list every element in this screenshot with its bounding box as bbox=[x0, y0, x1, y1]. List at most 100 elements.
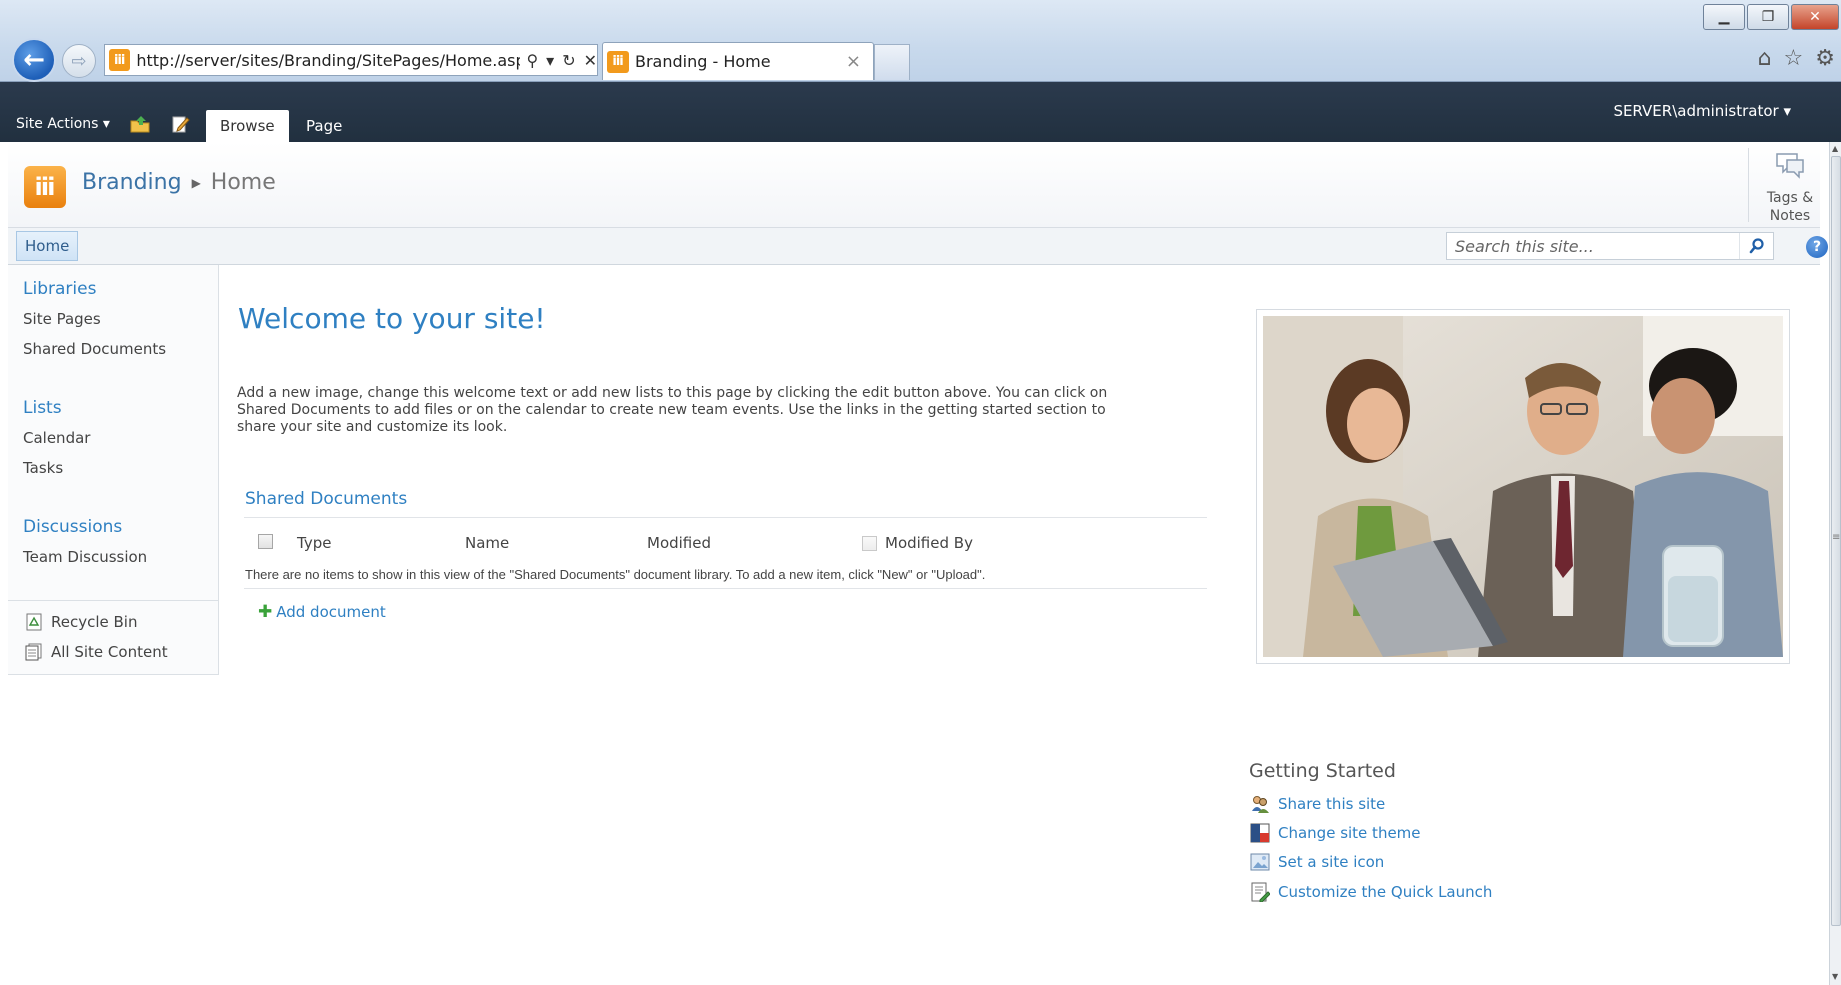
ql-lists-heading[interactable]: Lists bbox=[23, 398, 62, 418]
ql-recycle-bin[interactable]: Recycle Bin bbox=[25, 613, 137, 631]
site-logo-icon[interactable]: ⅲ bbox=[24, 166, 66, 208]
customize-quick-launch-icon bbox=[1251, 882, 1270, 902]
search-icon bbox=[1749, 238, 1764, 254]
welcome-text-line3: share your site and customize its look. bbox=[237, 419, 508, 435]
column-header-type[interactable]: Type bbox=[297, 534, 331, 552]
restore-icon[interactable]: ❐ bbox=[1747, 4, 1789, 30]
refresh-icon[interactable]: ↻ bbox=[562, 51, 575, 70]
ql-libraries-heading[interactable]: Libraries bbox=[23, 279, 96, 299]
window-controls: ▁ ❐ ✕ bbox=[1703, 4, 1839, 30]
breadcrumb: Branding ▶ Home bbox=[82, 170, 276, 195]
column-filter-checkbox-icon bbox=[862, 535, 877, 551]
add-document-link[interactable]: ✚ Add document bbox=[258, 602, 386, 622]
column-header-modified[interactable]: Modified bbox=[647, 534, 711, 552]
tab-page[interactable]: Page bbox=[292, 110, 356, 142]
top-navigation: Home Search this site... ? bbox=[8, 228, 1828, 265]
tab-title: Branding - Home bbox=[635, 52, 771, 71]
browser-tab[interactable]: ⅲ Branding - Home × bbox=[602, 42, 874, 80]
ribbon-bar: Site Actions ▾ Browse Page SERVER\admini… bbox=[0, 82, 1841, 142]
search-box[interactable]: Search this site... bbox=[1446, 232, 1774, 260]
stop-icon[interactable]: ✕ bbox=[584, 51, 597, 70]
minimize-icon[interactable]: ▁ bbox=[1703, 4, 1745, 30]
title-area: ⅲ Branding ▶ Home Tags & Notes bbox=[8, 142, 1820, 228]
welcome-text: Add a new image, change this welcome tex… bbox=[237, 385, 1202, 436]
dropdown-arrow-icon[interactable]: ▾ bbox=[546, 51, 554, 70]
tags-label-line1: Tags & bbox=[1766, 190, 1814, 206]
add-plus-icon: ✚ bbox=[258, 602, 273, 622]
add-document-label: Add document bbox=[276, 603, 386, 621]
customize-quick-launch-label: Customize the Quick Launch bbox=[1278, 883, 1493, 901]
customize-quick-launch-link[interactable]: Customize the Quick Launch bbox=[1250, 882, 1492, 902]
breadcrumb-current-page: Home bbox=[210, 170, 276, 195]
change-site-theme-label: Change site theme bbox=[1278, 824, 1421, 842]
column-header-modified-by[interactable]: Modified By bbox=[862, 534, 973, 552]
ql-team-discussion[interactable]: Team Discussion bbox=[23, 548, 147, 566]
tab-favicon-icon: ⅲ bbox=[607, 50, 629, 73]
recycle-bin-icon bbox=[26, 613, 42, 631]
search-button[interactable] bbox=[1739, 233, 1773, 259]
page-title: Welcome to your site! bbox=[238, 302, 546, 335]
address-bar[interactable]: ⅲ http://server/sites/Branding/SitePages… bbox=[104, 44, 598, 76]
forward-arrow-icon: ⇨ bbox=[71, 50, 87, 72]
help-icon[interactable]: ? bbox=[1806, 236, 1828, 258]
webpart-title[interactable]: Shared Documents bbox=[245, 489, 407, 509]
ql-all-site-content-label: All Site Content bbox=[51, 643, 168, 661]
scrollbar-grip-icon: ≡ bbox=[1832, 532, 1841, 543]
browser-chrome: ▁ ❐ ✕ ← ⇨ ⅲ http://server/sites/Branding… bbox=[0, 0, 1841, 82]
site-favicon-icon: ⅲ bbox=[109, 49, 131, 71]
share-this-site-label: Share this site bbox=[1278, 795, 1386, 813]
column-header-name[interactable]: Name bbox=[465, 534, 509, 552]
ql-all-site-content[interactable]: All Site Content bbox=[25, 643, 168, 661]
ql-discussions-heading[interactable]: Discussions bbox=[23, 517, 122, 537]
breadcrumb-site-link[interactable]: Branding bbox=[82, 170, 182, 195]
scroll-down-arrow-icon[interactable]: ▼ bbox=[1832, 972, 1838, 981]
tab-browse[interactable]: Browse bbox=[206, 110, 289, 142]
nav-home-tab[interactable]: Home bbox=[16, 231, 79, 261]
select-all-checkbox[interactable] bbox=[258, 534, 273, 549]
scroll-up-arrow-icon[interactable]: ▲ bbox=[1832, 144, 1838, 153]
change-site-theme-link[interactable]: Change site theme bbox=[1250, 823, 1421, 843]
search-icon[interactable]: ⚲ bbox=[526, 51, 538, 70]
user-menu[interactable]: SERVER\administrator ▾ bbox=[1613, 102, 1791, 120]
team-photo bbox=[1263, 316, 1783, 657]
welcome-text-line1: Add a new image, change this welcome tex… bbox=[237, 385, 1108, 401]
favorites-star-icon[interactable]: ☆ bbox=[1784, 46, 1804, 71]
site-icon-picture-icon bbox=[1250, 853, 1270, 871]
edit-page-icon[interactable] bbox=[172, 115, 190, 133]
column-header-modified-by-label: Modified By bbox=[885, 534, 973, 552]
getting-started-title: Getting Started bbox=[1249, 760, 1396, 782]
search-input[interactable]: Search this site... bbox=[1447, 237, 1739, 256]
checkbox-icon bbox=[258, 534, 273, 549]
vertical-scrollbar[interactable]: ▲ ≡ ▼ bbox=[1829, 142, 1841, 985]
ql-shared-documents[interactable]: Shared Documents bbox=[23, 340, 166, 358]
ql-tasks[interactable]: Tasks bbox=[23, 459, 63, 477]
new-tab-button[interactable] bbox=[874, 44, 910, 80]
set-site-icon-link[interactable]: Set a site icon bbox=[1250, 852, 1384, 872]
back-button[interactable]: ← bbox=[12, 38, 56, 82]
breadcrumb-separator-icon: ▶ bbox=[191, 175, 201, 190]
set-site-icon-label: Set a site icon bbox=[1278, 853, 1385, 871]
tags-notes-icon bbox=[1776, 153, 1804, 179]
site-image bbox=[1256, 309, 1790, 664]
site-actions-menu[interactable]: Site Actions ▾ bbox=[16, 116, 110, 132]
tools-gear-icon[interactable]: ⚙ bbox=[1815, 46, 1835, 71]
ql-site-pages[interactable]: Site Pages bbox=[23, 310, 101, 328]
share-this-site-link[interactable]: Share this site bbox=[1250, 794, 1385, 814]
ql-recycle-bin-label: Recycle Bin bbox=[51, 613, 138, 631]
home-icon[interactable]: ⌂ bbox=[1758, 46, 1772, 71]
welcome-text-line2: Shared Documents to add files or on the … bbox=[237, 402, 1106, 418]
tags-and-notes-button[interactable]: Tags & Notes bbox=[1758, 150, 1822, 225]
share-people-icon bbox=[1252, 796, 1269, 813]
tab-close-icon[interactable]: × bbox=[846, 51, 861, 72]
ql-calendar[interactable]: Calendar bbox=[23, 429, 90, 447]
address-url[interactable]: http://server/sites/Branding/SitePages/H… bbox=[136, 51, 520, 70]
quick-launch: Libraries Site Pages Shared Documents Li… bbox=[8, 265, 219, 675]
empty-list-message: There are no items to show in this view … bbox=[245, 567, 986, 582]
forward-button[interactable]: ⇨ bbox=[62, 44, 96, 78]
navigate-up-icon[interactable] bbox=[130, 115, 150, 133]
close-icon[interactable]: ✕ bbox=[1791, 4, 1839, 30]
all-site-content-icon bbox=[25, 643, 42, 661]
site-theme-icon bbox=[1250, 823, 1270, 843]
team-photo-illustration bbox=[1263, 316, 1783, 657]
tags-label-line2: Notes bbox=[1769, 208, 1811, 224]
